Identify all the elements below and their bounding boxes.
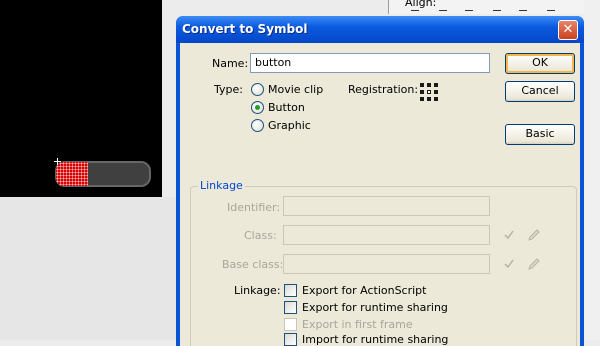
align-bottom-icon[interactable]: [547, 10, 555, 15]
progress-bar-fill-selected[interactable]: [56, 162, 88, 186]
export-actionscript-checkbox[interactable]: [284, 284, 297, 297]
export-actionscript-label[interactable]: Export for ActionScript: [302, 284, 426, 297]
dialog-body: Name: button Type: Movie clip Button Gra…: [180, 43, 580, 346]
linkage-section-title: Linkage: [198, 179, 245, 192]
export-first-frame-checkbox[interactable]: [284, 318, 297, 331]
class-label: Class:: [244, 229, 277, 242]
export-first-frame-label: Export in first frame: [302, 318, 413, 331]
export-runtime-sharing-label[interactable]: Export for runtime sharing: [302, 301, 448, 314]
reg-point[interactable]: [434, 97, 438, 101]
radio-graphic[interactable]: [251, 119, 264, 132]
registration-grid-icon[interactable]: [420, 83, 438, 101]
align-right-icon[interactable]: [465, 10, 473, 15]
checkmark-icon[interactable]: [504, 259, 514, 269]
identifier-input[interactable]: [283, 196, 490, 216]
identifier-label: Identifier:: [227, 201, 281, 214]
radio-movie-clip[interactable]: [251, 83, 264, 96]
basic-button[interactable]: Basic: [505, 124, 575, 145]
name-input[interactable]: button: [250, 53, 490, 73]
convert-to-symbol-dialog: Convert to Symbol ✕ Name: button Type: M…: [176, 16, 584, 346]
align-panel: Align:: [388, 0, 600, 14]
class-input[interactable]: [283, 225, 490, 245]
pencil-icon[interactable]: [527, 257, 541, 271]
reg-point[interactable]: [420, 83, 424, 87]
base-class-label: Base class:: [222, 258, 284, 271]
reg-point[interactable]: [420, 90, 424, 94]
reg-point[interactable]: [420, 97, 424, 101]
align-middle-icon[interactable]: [519, 10, 527, 15]
reg-point-selected[interactable]: [427, 90, 431, 94]
cancel-button[interactable]: Cancel: [505, 81, 575, 102]
reg-point[interactable]: [434, 83, 438, 87]
pasteboard[interactable]: [0, 197, 176, 340]
dialog-titlebar[interactable]: Convert to Symbol ✕: [176, 16, 584, 43]
name-label: Name:: [212, 57, 249, 70]
close-button[interactable]: ✕: [558, 20, 578, 40]
reg-point[interactable]: [427, 83, 431, 87]
reg-point[interactable]: [427, 97, 431, 101]
type-label: Type:: [214, 83, 243, 96]
dialog-title: Convert to Symbol: [182, 22, 308, 36]
export-runtime-sharing-checkbox[interactable]: [284, 301, 297, 314]
side-panel-edge: [584, 0, 600, 340]
radio-movie-clip-label[interactable]: Movie clip: [268, 83, 323, 96]
align-top-icon[interactable]: [493, 10, 501, 15]
align-left-icon[interactable]: [411, 10, 419, 15]
close-icon: ✕: [562, 22, 574, 37]
stage-margin: [162, 0, 176, 197]
registration-label: Registration:: [348, 83, 419, 96]
base-class-input[interactable]: [283, 254, 490, 274]
radio-button-label[interactable]: Button: [268, 101, 305, 114]
radio-button[interactable]: [251, 101, 264, 114]
radio-graphic-label[interactable]: Graphic: [268, 119, 311, 132]
linkage-label: Linkage:: [234, 284, 281, 297]
ok-button[interactable]: OK: [505, 53, 575, 74]
align-center-icon[interactable]: [439, 10, 447, 15]
checkmark-icon[interactable]: [504, 230, 514, 240]
crosshair-icon: [54, 158, 61, 165]
pencil-icon[interactable]: [527, 228, 541, 242]
reg-point[interactable]: [434, 90, 438, 94]
align-panel-label: Align:: [405, 0, 437, 9]
